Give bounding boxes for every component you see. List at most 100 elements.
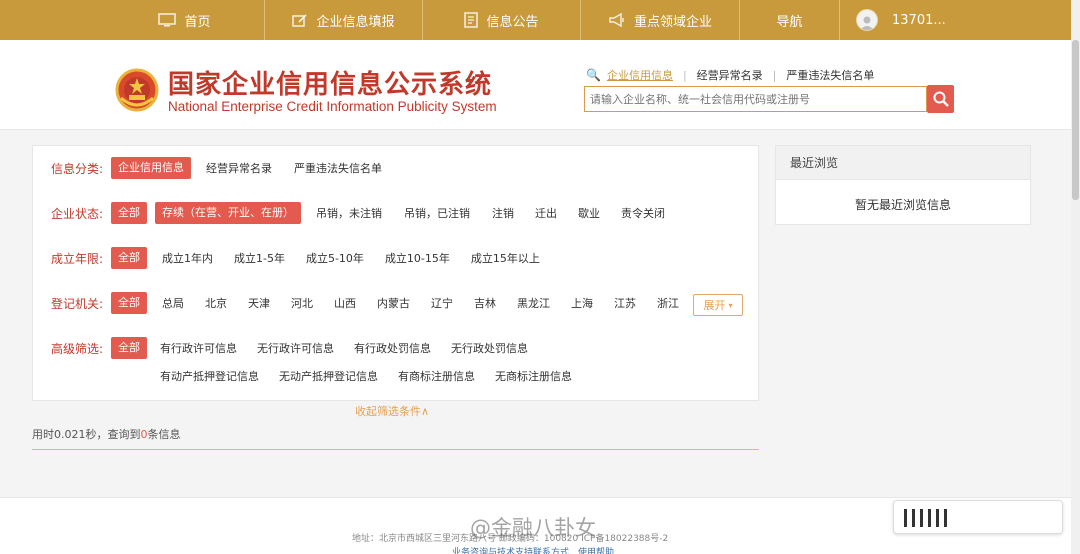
expand-label: 展开	[703, 299, 726, 312]
result-prefix: 用时0.021秒，查询到	[32, 428, 141, 441]
search-icon: 🔍	[586, 68, 601, 82]
site-subtitle: National Enterprise Credit Information P…	[168, 99, 497, 114]
site-title: 国家企业信用信息公示系统	[168, 70, 493, 100]
tab-separator: |	[682, 68, 687, 82]
result-count: 0	[140, 428, 148, 441]
collapse-filters-link[interactable]: 收起筛选条件∧	[355, 403, 429, 419]
barcode-icon	[904, 509, 947, 527]
filter-row-category: 信息分类: 企业信用信息 经营异常名录 严重违法失信名单	[33, 157, 382, 179]
filter-option[interactable]: 全部	[111, 202, 147, 224]
filter-option[interactable]: 成立1-5年	[234, 250, 285, 266]
edit-icon	[292, 13, 308, 27]
username: 13701...	[892, 12, 946, 28]
filter-option[interactable]: 迁出	[535, 205, 557, 221]
tab-credit-info[interactable]: 企业信用信息	[607, 67, 673, 83]
user-menu[interactable]: 13701...	[840, 0, 946, 40]
filter-option[interactable]: 有商标注册信息	[398, 368, 475, 384]
search-button[interactable]	[927, 85, 954, 113]
nav-key-sectors[interactable]: 重点领域企业	[581, 0, 740, 40]
nav-label: 导航	[776, 14, 803, 30]
filter-option[interactable]: 无动产抵押登记信息	[279, 368, 378, 384]
filter-option[interactable]: 存续（在营、开业、在册）	[155, 202, 301, 224]
filter-row-authority: 登记机关: 全部 总局 北京 天津 河北 山西 内蒙古 辽宁 吉林 黑龙江 上海…	[33, 292, 679, 314]
filter-option[interactable]: 全部	[111, 292, 147, 314]
chevron-down-icon: ▾	[728, 300, 733, 310]
filter-option[interactable]: 吉林	[474, 295, 496, 311]
divider	[32, 449, 759, 450]
megaphone-icon	[608, 13, 626, 27]
filter-row-established: 成立年限: 全部 成立1年内 成立1-5年 成立5-10年 成立10-15年 成…	[33, 247, 540, 269]
filter-option[interactable]: 吊销，未注销	[316, 205, 382, 221]
scrollbar-thumb[interactable]	[1072, 40, 1079, 200]
filter-option[interactable]: 天津	[248, 295, 270, 311]
filter-option[interactable]: 责令关闭	[621, 205, 665, 221]
filter-option[interactable]: 浙江	[657, 295, 679, 311]
search-icon	[933, 91, 949, 107]
filter-option[interactable]: 江苏	[614, 295, 636, 311]
filter-option[interactable]: 全部	[111, 247, 147, 269]
national-emblem-icon	[115, 68, 159, 112]
recent-panel: 最近浏览 暂无最近浏览信息	[775, 145, 1031, 225]
filter-option[interactable]: 成立10-15年	[385, 250, 450, 266]
filter-option[interactable]: 黑龙江	[517, 295, 550, 311]
filter-option[interactable]: 总局	[162, 295, 184, 311]
result-suffix: 条信息	[147, 428, 181, 441]
filter-option[interactable]: 北京	[205, 295, 227, 311]
tab-blacklist[interactable]: 严重违法失信名单	[786, 67, 874, 83]
filter-option[interactable]: 成立5-10年	[306, 250, 364, 266]
filter-option[interactable]: 无商标注册信息	[495, 368, 572, 384]
filter-label: 成立年限:	[50, 251, 103, 266]
filter-option[interactable]: 无行政处罚信息	[451, 340, 528, 356]
nav-label: 重点领域企业	[633, 14, 712, 30]
filter-option[interactable]: 注销	[492, 205, 514, 221]
filter-option[interactable]: 河北	[291, 295, 313, 311]
nav-label: 信息公告	[486, 14, 539, 30]
nav-report[interactable]: 企业信息填报	[265, 0, 423, 40]
filter-option[interactable]: 企业信用信息	[111, 157, 191, 179]
tab-abnormal-list[interactable]: 经营异常名录	[697, 67, 763, 83]
filter-option[interactable]: 成立1年内	[162, 250, 213, 266]
search-tabs: 🔍 企业信用信息 | 经营异常名录 | 严重违法失信名单	[586, 67, 874, 83]
filter-row-status: 企业状态: 全部 存续（在营、开业、在册） 吊销，未注销 吊销，已注销 注销 迁…	[33, 202, 665, 224]
avatar	[856, 9, 878, 31]
watermark: @金融八卦女	[470, 516, 596, 540]
top-nav: 首页 企业信息填报 信息公告 重点领域企业 导航 13701...	[0, 0, 1080, 40]
site-header: 国家企业信用信息公示系统 National Enterprise Credit …	[0, 40, 1071, 130]
nav-notice[interactable]: 信息公告	[423, 0, 581, 40]
recent-empty-text: 暂无最近浏览信息	[854, 198, 951, 212]
filter-option[interactable]: 内蒙古	[377, 295, 410, 311]
filter-option[interactable]: 上海	[571, 295, 593, 311]
expand-button[interactable]: 展开 ▾	[693, 294, 743, 316]
filter-option[interactable]: 经营异常名录	[206, 160, 272, 176]
search-input[interactable]	[584, 86, 927, 112]
nav-label: 企业信息填报	[316, 14, 395, 30]
filter-panel: 信息分类: 企业信用信息 经营异常名录 严重违法失信名单 企业状态: 全部 存续…	[32, 145, 759, 401]
nav-navigation[interactable]: 导航	[740, 0, 840, 40]
filter-option[interactable]: 有动产抵押登记信息	[160, 368, 259, 384]
filter-option[interactable]: 全部	[111, 337, 147, 359]
filter-option[interactable]: 无行政许可信息	[257, 340, 334, 356]
monitor-icon	[158, 13, 177, 27]
filter-label: 信息分类:	[50, 161, 103, 176]
nav-home[interactable]: 首页	[105, 0, 265, 40]
recent-title: 最近浏览	[776, 146, 1030, 180]
filter-row-advanced: 高级筛选: 全部 有行政许可信息 无行政许可信息 有行政处罚信息 无行政处罚信息	[33, 337, 528, 359]
nav-label: 首页	[184, 14, 211, 30]
filter-label: 高级筛选:	[50, 341, 103, 356]
footer-links[interactable]: 业务咨询与技术支持联系方式 使用帮助	[452, 545, 614, 554]
filter-option[interactable]: 歇业	[578, 205, 600, 221]
result-summary: 用时0.021秒，查询到0条信息	[32, 426, 181, 442]
scrollbar[interactable]	[1071, 0, 1080, 554]
filter-option[interactable]: 严重违法失信名单	[294, 160, 382, 176]
filter-option[interactable]: 山西	[334, 295, 356, 311]
document-icon	[464, 12, 479, 28]
filter-option[interactable]: 吊销，已注销	[404, 205, 470, 221]
filter-option[interactable]: 有行政许可信息	[160, 340, 237, 356]
overlay-widget	[893, 500, 1063, 534]
filter-option[interactable]: 成立15年以上	[471, 250, 540, 266]
filter-row-advanced-2: 有动产抵押登记信息 无动产抵押登记信息 有商标注册信息 无商标注册信息	[160, 368, 572, 384]
filter-option[interactable]: 有行政处罚信息	[354, 340, 431, 356]
filter-option[interactable]: 辽宁	[431, 295, 453, 311]
filter-label: 企业状态:	[50, 206, 103, 221]
